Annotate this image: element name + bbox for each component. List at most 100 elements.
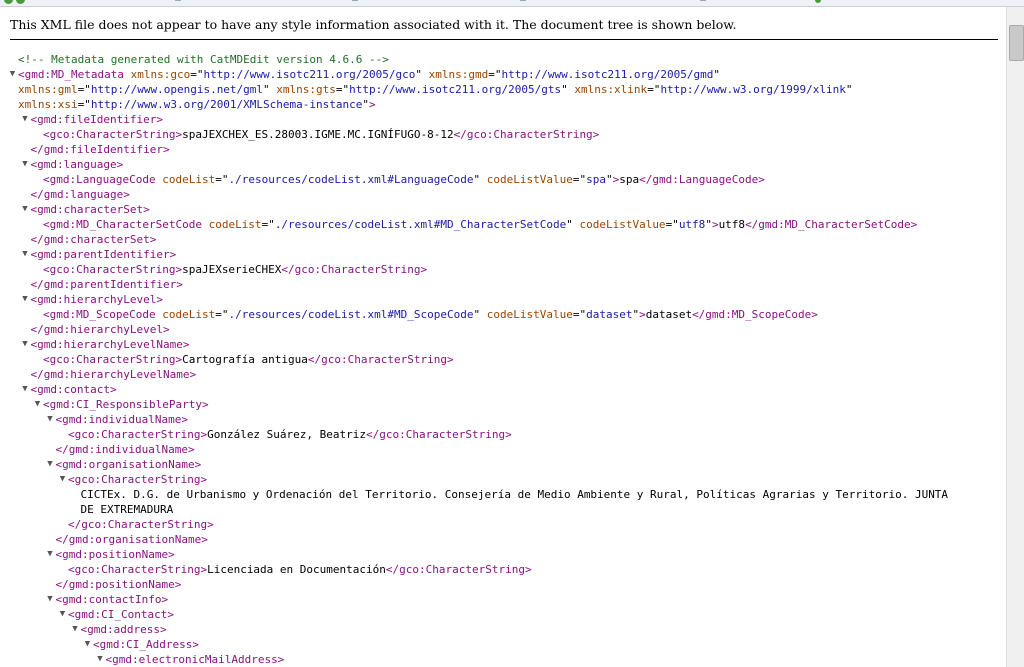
collapse-toggle-icon[interactable]: ▼ <box>21 292 30 307</box>
xml-line: ▼ <gmd:parentIdentifier> <box>0 247 1006 262</box>
xml-token: CICTEx. D.G. de Urbanismo y Ordenación d… <box>80 488 949 501</box>
collapse-toggle-icon[interactable]: ▼ <box>8 67 17 82</box>
xml-token: </gmd:hierarchyLevelName> <box>30 368 197 381</box>
xml-line: ▼ <gmd:electronicMailAddress> <box>0 652 1006 667</box>
scrollbar-thumb[interactable] <box>1009 25 1024 61</box>
collapse-toggle-icon[interactable]: ▼ <box>21 337 30 352</box>
xml-token: > <box>369 98 376 111</box>
collapse-toggle-icon[interactable]: ▼ <box>21 112 30 127</box>
xml-token: =" <box>572 308 587 321</box>
collapse-toggle-icon[interactable]: ▼ <box>46 592 55 607</box>
tab-separator <box>175 0 181 1</box>
xml-token: codeList <box>155 308 216 321</box>
xml-line: <gco:CharacterString>Licenciada en Docum… <box>0 562 1006 577</box>
xml-token: </gmd:LanguageCode> <box>639 173 765 186</box>
collapse-toggle-icon[interactable]: ▼ <box>21 157 30 172</box>
xml-line: </gmd:individualName> <box>0 442 1006 457</box>
xml-token: " <box>605 173 613 186</box>
xml-token: <gmd:MD_ScopeCode <box>43 308 156 321</box>
xml-line: </gmd:hierarchyLevelName> <box>0 367 1006 382</box>
xml-line: ▼ <gmd:organisationName> <box>0 457 1006 472</box>
collapse-toggle-icon[interactable]: ▼ <box>21 382 30 397</box>
xml-token: <gmd:parentIdentifier> <box>30 248 177 261</box>
xml-token: ./resources/codeList.xml#LanguageCode <box>228 173 474 186</box>
xml-token: xmlns:xlink <box>567 83 648 96</box>
xml-token: codeList <box>155 173 216 186</box>
xml-token: <gmd:characterSet> <box>30 203 150 216</box>
xml-token: spa <box>586 173 606 186</box>
xml-token: =" <box>261 218 275 231</box>
tab-favicon-icon <box>4 0 13 4</box>
collapse-toggle-icon[interactable]: ▼ <box>71 622 80 637</box>
xml-token: =" <box>335 83 350 96</box>
xml-token: </gmd:positionName> <box>55 578 182 591</box>
xml-token: <gmd:CI_Contact> <box>68 608 174 621</box>
tab-favicon-icon <box>16 0 25 4</box>
xml-line: xmlns:gml="http://www.opengis.net/gml" x… <box>0 82 1006 97</box>
xml-token: =" <box>665 218 679 231</box>
xml-token: <gmd:MD_CharacterSetCode <box>43 218 202 231</box>
xml-token: <gco:CharacterString> <box>68 563 208 576</box>
xml-token: =" <box>488 68 502 81</box>
xml-line: </gco:CharacterString> <box>0 517 1006 532</box>
xml-token: ./resources/codeList.xml#MD_CharacterSet… <box>274 218 567 231</box>
xml-token: Licenciada en Documentación <box>207 563 386 576</box>
xml-token: <gmd:hierarchyLevelName> <box>30 338 190 351</box>
xml-token: codeListValue <box>480 308 573 321</box>
xml-line: <gmd:MD_ScopeCode codeList="./resources/… <box>0 307 1006 322</box>
xml-line: ▼ <gco:CharacterString> <box>0 472 1006 487</box>
xml-token: <gmd:electronicMailAddress> <box>105 653 285 666</box>
xml-token: xmlns:gmd <box>422 68 489 81</box>
xml-token: <gmd:CI_ResponsibleParty> <box>43 398 209 411</box>
xml-token: </gco:CharacterString> <box>385 563 532 576</box>
xml-line: CICTEx. D.G. de Urbanismo y Ordenación d… <box>0 487 1006 502</box>
xml-line: ▼ <gmd:contactInfo> <box>0 592 1006 607</box>
xml-token: </gmd:MD_ScopeCode> <box>692 308 818 321</box>
xml-line: ▼ <gmd:hierarchyLevel> <box>0 292 1006 307</box>
xml-token: <gco:CharacterString> <box>43 263 183 276</box>
xml-token: </gco:CharacterString> <box>281 263 428 276</box>
collapse-toggle-icon[interactable]: ▼ <box>58 607 67 622</box>
xml-token: </gco:CharacterString> <box>307 353 454 366</box>
xml-token: =" <box>572 173 587 186</box>
xml-token: =" <box>77 83 91 96</box>
xml-token: spa <box>619 173 640 186</box>
xml-token: </gmd:individualName> <box>55 443 195 456</box>
xml-token: </gco:CharacterString> <box>68 518 214 531</box>
collapse-toggle-icon[interactable]: ▼ <box>21 247 30 262</box>
xml-token: Cartografía antigua <box>182 353 308 366</box>
xml-token: </gco:CharacterString> <box>453 128 600 141</box>
tab-favicon-icon <box>815 0 821 3</box>
xml-line: <gmd:MD_CharacterSetCode codeList="./res… <box>0 217 1006 232</box>
browser-tab-strip <box>0 0 1024 7</box>
collapse-toggle-icon[interactable]: ▼ <box>58 472 67 487</box>
collapse-toggle-icon[interactable]: ▼ <box>33 397 42 412</box>
xml-token: </gmd:organisationName> <box>55 533 208 546</box>
xml-token: <gmd:contactInfo> <box>55 593 169 606</box>
xml-token: http://www.isotc211.org/2005/gts <box>349 83 562 96</box>
xml-token: =" <box>190 68 204 81</box>
collapse-toggle-icon[interactable]: ▼ <box>21 202 30 217</box>
xml-token: =" <box>647 83 661 96</box>
xml-line: ▼ <gmd:characterSet> <box>0 202 1006 217</box>
xml-line: ▼ <gmd:positionName> <box>0 547 1006 562</box>
collapse-toggle-icon[interactable]: ▼ <box>83 637 92 652</box>
vertical-scrollbar[interactable] <box>1006 7 1024 667</box>
collapse-toggle-icon[interactable]: ▼ <box>46 412 55 427</box>
xml-token: codeList <box>201 218 262 231</box>
xml-line: </gmd:characterSet> <box>0 232 1006 247</box>
xml-token: =" <box>77 98 91 111</box>
xml-info-message: This XML file does not appear to have an… <box>10 17 998 40</box>
xml-token: DE EXTREMADURA <box>80 503 174 516</box>
xml-token: <gmd:hierarchyLevel> <box>30 293 163 306</box>
xml-token: <gmd:address> <box>80 623 167 636</box>
collapse-toggle-icon[interactable]: ▼ <box>96 652 105 667</box>
collapse-toggle-icon[interactable]: ▼ <box>46 547 55 562</box>
xml-token: =" <box>215 173 229 186</box>
xml-token: <gco:CharacterString> <box>68 473 208 486</box>
collapse-toggle-icon[interactable]: ▼ <box>46 457 55 472</box>
xml-line: xmlns:xsi="http://www.w3.org/2001/XMLSch… <box>0 97 1006 112</box>
xml-line: ▼ <gmd:CI_ResponsibleParty> <box>0 397 1006 412</box>
xml-line: ▼ <gmd:fileIdentifier> <box>0 112 1006 127</box>
xml-line: <gco:CharacterString>spaJEXserieCHEX</gc… <box>0 262 1006 277</box>
